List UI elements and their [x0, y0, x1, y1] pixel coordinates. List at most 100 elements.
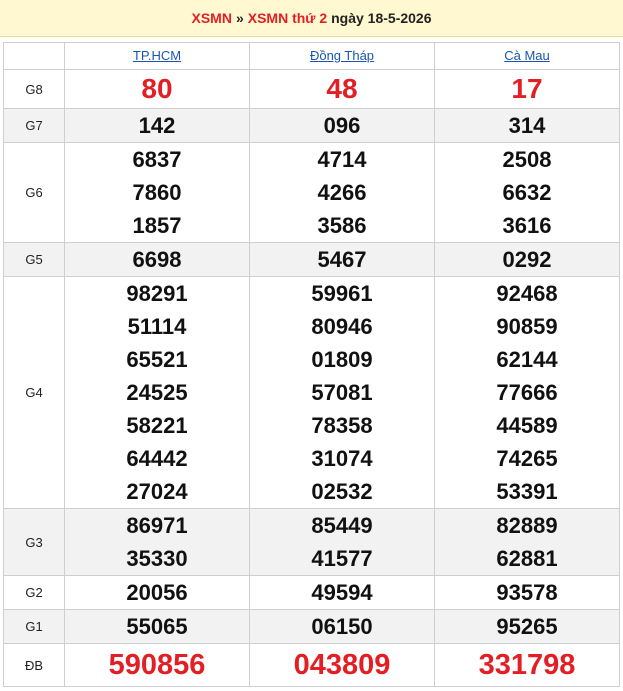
prize-row-g2: G2 20056 49594 93578 — [3, 575, 620, 610]
prize-number: 82889 — [496, 513, 558, 538]
prize-number: 85449 — [311, 513, 373, 538]
prize-number: 20056 — [126, 580, 188, 605]
header-empty-cell — [3, 42, 65, 70]
prize-number: 0292 — [502, 247, 552, 272]
prize-number: 57081 — [311, 380, 373, 405]
prize-number: 77666 — [496, 380, 558, 405]
prize-number: 4266 — [317, 180, 367, 205]
prize-number: 4714 — [317, 147, 367, 172]
prize-number: 80 — [141, 73, 173, 104]
prize-label: G3 — [3, 508, 65, 576]
province-header-row: TP.HCM Đồng Tháp Cà Mau — [3, 42, 620, 70]
breadcrumb-link-xsmn[interactable]: XSMN — [191, 10, 231, 26]
prize-number: 5467 — [317, 247, 367, 272]
prize-cell: 48 — [249, 69, 435, 109]
prize-cell: 17 — [434, 69, 620, 109]
prize-label: G1 — [3, 609, 65, 644]
prize-row-đb: ĐB 590856 043809 331798 — [3, 643, 620, 687]
prize-cell: 95265 — [434, 609, 620, 644]
breadcrumb-link-xsmn-thu-2[interactable]: XSMN thứ 2 — [248, 10, 327, 26]
prize-number: 90859 — [496, 314, 558, 339]
province-link-ca-mau[interactable]: Cà Mau — [504, 48, 550, 63]
prize-label: G2 — [3, 575, 65, 610]
prize-number: 41577 — [311, 546, 373, 571]
province-header: TP.HCM — [64, 42, 250, 70]
prize-row-g4: G4 98291 51114 65521 24525 58221 64442 27024 599… — [3, 276, 620, 509]
prize-label: G4 — [3, 276, 65, 509]
prize-number: 7860 — [132, 180, 182, 205]
prize-number: 78358 — [311, 413, 373, 438]
prize-number: 59961 — [311, 281, 373, 306]
prize-number: 3616 — [502, 213, 552, 238]
prize-number: 31074 — [311, 446, 373, 471]
prize-number: 95265 — [496, 614, 558, 639]
prize-cell: 80 — [64, 69, 250, 109]
prize-number: 6698 — [132, 247, 182, 272]
prize-row-g3: G3 86971 35330 85449 41577 82889 62881 — [3, 508, 620, 576]
prize-cell: 06150 — [249, 609, 435, 644]
prize-cell: 20056 — [64, 575, 250, 610]
prize-cell: 2508 6632 3616 — [434, 142, 620, 243]
prize-number: 92468 — [496, 281, 558, 306]
special-prize-number: 590856 — [108, 649, 206, 681]
prize-row-g6: G6 6837 7860 1857 4714 4266 3586 2508 6632 3616 — [3, 142, 620, 243]
prize-number: 51114 — [127, 314, 187, 339]
prize-rows: G8 80 48 17 G7 142 096 314 G6 6837 7860 1857 4714 426… — [3, 69, 620, 687]
prize-row-g1: G1 55065 06150 95265 — [3, 609, 620, 644]
prize-label: G8 — [3, 69, 65, 109]
prize-cell: 85449 41577 — [249, 508, 435, 576]
prize-cell: 331798 — [434, 643, 620, 687]
prize-cell: 82889 62881 — [434, 508, 620, 576]
prize-number: 6837 — [132, 147, 182, 172]
prize-number: 1857 — [132, 213, 182, 238]
prize-cell: 043809 — [249, 643, 435, 687]
prize-row-g5: G5 6698 5467 0292 — [3, 242, 620, 277]
prize-number: 48 — [326, 73, 358, 104]
province-link-dong-thap[interactable]: Đồng Tháp — [310, 48, 374, 63]
prize-number: 64442 — [126, 446, 188, 471]
prize-number: 44589 — [496, 413, 558, 438]
prize-number: 2508 — [502, 147, 552, 172]
prize-row-g8: G8 80 48 17 — [3, 69, 620, 109]
prize-number: 80946 — [311, 314, 373, 339]
prize-row-g7: G7 142 096 314 — [3, 108, 620, 143]
prize-label: G5 — [3, 242, 65, 277]
prize-number: 93578 — [496, 580, 558, 605]
province-header: Đồng Tháp — [249, 42, 435, 70]
prize-number: 55065 — [126, 614, 188, 639]
province-link-tphcm[interactable]: TP.HCM — [133, 48, 181, 63]
prize-number: 02532 — [311, 479, 373, 504]
prize-cell: 096 — [249, 108, 435, 143]
prize-number: 314 — [508, 113, 546, 138]
prize-number: 3586 — [317, 213, 367, 238]
prize-number: 24525 — [126, 380, 188, 405]
prize-number: 096 — [323, 113, 361, 138]
breadcrumb-date: ngày 18-5-2026 — [331, 10, 432, 26]
prize-number: 01809 — [311, 347, 373, 372]
prize-number: 74265 — [496, 446, 558, 471]
prize-cell: 49594 — [249, 575, 435, 610]
breadcrumb-separator: » — [235, 10, 244, 26]
prize-cell: 92468 90859 62144 77666 44589 74265 53391 — [434, 276, 620, 509]
prize-number: 06150 — [311, 614, 373, 639]
special-prize-number: 043809 — [293, 649, 391, 681]
prize-label: G6 — [3, 142, 65, 243]
prize-number: 53391 — [496, 479, 558, 504]
prize-number: 98291 — [126, 281, 188, 306]
prize-cell: 59961 80946 01809 57081 78358 31074 02532 — [249, 276, 435, 509]
prize-number: 49594 — [311, 580, 373, 605]
prize-number: 6632 — [502, 180, 552, 205]
prize-number: 142 — [138, 113, 176, 138]
prize-cell: 55065 — [64, 609, 250, 644]
prize-cell: 142 — [64, 108, 250, 143]
province-header: Cà Mau — [434, 42, 620, 70]
prize-cell: 590856 — [64, 643, 250, 687]
prize-cell: 4714 4266 3586 — [249, 142, 435, 243]
prize-cell: 6698 — [64, 242, 250, 277]
results-table: TP.HCM Đồng Tháp Cà Mau G8 80 48 17 G7 142 096… — [3, 42, 620, 687]
prize-number: 17 — [511, 73, 543, 104]
prize-label: G7 — [3, 108, 65, 143]
prize-cell: 93578 — [434, 575, 620, 610]
prize-cell: 86971 35330 — [64, 508, 250, 576]
prize-cell: 0292 — [434, 242, 620, 277]
